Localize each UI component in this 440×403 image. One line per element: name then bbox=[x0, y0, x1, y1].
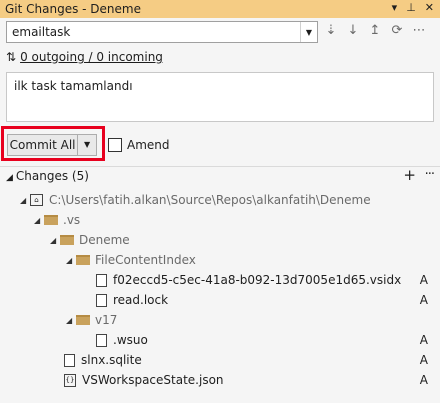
collapse-icon[interactable]: ◢ bbox=[66, 256, 76, 265]
close-icon[interactable]: ✕ bbox=[425, 1, 434, 14]
folder-icon bbox=[44, 215, 58, 225]
commit-row: Commit All ▼ Amend bbox=[0, 125, 440, 163]
branch-selector[interactable]: emailtask ▼ bbox=[6, 21, 318, 43]
branch-name: emailtask bbox=[12, 25, 71, 39]
changes-header[interactable]: ◢ Changes (5) + ··· bbox=[0, 166, 440, 185]
sync-link[interactable]: 0 outgoing / 0 incoming bbox=[20, 50, 163, 64]
collapse-icon[interactable]: ◢ bbox=[66, 316, 76, 325]
file-icon bbox=[96, 273, 107, 287]
tree-label: v17 bbox=[95, 313, 118, 327]
status-badge: A bbox=[419, 333, 428, 347]
commit-all-button[interactable]: Commit All ▼ bbox=[7, 134, 97, 156]
tree-label: .wsuo bbox=[113, 333, 148, 347]
more-icon[interactable]: ··· bbox=[425, 167, 435, 182]
more-actions-icon[interactable]: ⋯ bbox=[412, 23, 426, 38]
pull-icon[interactable]: ↓ bbox=[346, 23, 360, 38]
file-icon bbox=[64, 353, 75, 367]
amend-checkbox[interactable]: Amend bbox=[108, 138, 170, 152]
status-badge: A bbox=[419, 273, 428, 287]
file-icon bbox=[96, 333, 107, 347]
tree-row[interactable]: {} VSWorkspaceState.json A bbox=[64, 370, 440, 390]
tree-row[interactable]: ◢ Deneme bbox=[50, 230, 130, 250]
chevron-down-icon[interactable]: ▼ bbox=[77, 135, 96, 155]
commit-message-input[interactable]: ilk task tamamlandı bbox=[6, 72, 434, 122]
tree-row[interactable]: ◢ FileContentIndex bbox=[66, 250, 196, 270]
sync-arrows-icon: ⇅ bbox=[6, 50, 17, 64]
status-badge: A bbox=[419, 293, 428, 307]
tree-label: .vs bbox=[63, 213, 81, 227]
stage-all-icon[interactable]: + bbox=[403, 166, 416, 184]
json-file-icon: {} bbox=[64, 373, 76, 387]
pin-icon[interactable]: ⊥ bbox=[406, 1, 416, 14]
tree-label: Deneme bbox=[79, 233, 130, 247]
collapse-icon[interactable]: ◢ bbox=[34, 216, 44, 225]
commit-all-label: Commit All bbox=[9, 138, 76, 152]
folder-icon bbox=[76, 315, 90, 325]
tree-label: f02eccd5-c5ec-41a8-b092-13d7005e1d65.vsi… bbox=[113, 273, 402, 287]
push-icon[interactable]: ↥ bbox=[368, 23, 382, 38]
tree-label: slnx.sqlite bbox=[81, 353, 142, 367]
tree-row[interactable]: slnx.sqlite A bbox=[64, 350, 440, 370]
collapse-icon[interactable]: ◢ bbox=[50, 236, 60, 245]
status-badge: A bbox=[419, 353, 428, 367]
tree-row[interactable]: ◢ v17 bbox=[66, 310, 117, 330]
tree-row[interactable]: read.lock A bbox=[96, 290, 440, 310]
tree-label: C:\Users\fatih.alkan\Source\Repos\alkanf… bbox=[49, 193, 371, 207]
title-bar: Git Changes - Deneme ▾ ⊥ ✕ bbox=[0, 0, 440, 18]
fetch-icon[interactable]: ⇣ bbox=[324, 23, 338, 38]
amend-label: Amend bbox=[127, 138, 170, 152]
tree-row[interactable]: ◢ .vs bbox=[34, 210, 80, 230]
sync-status: ⇅ 0 outgoing / 0 incoming bbox=[6, 48, 163, 66]
folder-icon bbox=[60, 235, 74, 245]
folder-icon bbox=[76, 255, 90, 265]
git-actions: ⇣ ↓ ↥ ⟳ ⋯ bbox=[324, 23, 426, 38]
chevron-down-icon[interactable]: ▼ bbox=[300, 22, 317, 42]
checkbox-icon[interactable] bbox=[108, 138, 122, 152]
tree-row[interactable]: ◢ ⌂ C:\Users\fatih.alkan\Source\Repos\al… bbox=[20, 190, 371, 210]
chevron-down-icon[interactable]: ▾ bbox=[392, 1, 398, 14]
status-badge: A bbox=[419, 373, 428, 387]
sync-icon[interactable]: ⟳ bbox=[390, 23, 404, 38]
tree-row[interactable]: .wsuo A bbox=[96, 330, 440, 350]
collapse-icon[interactable]: ◢ bbox=[20, 196, 30, 205]
branch-row: emailtask ▼ ⇣ ↓ ↥ ⟳ ⋯ bbox=[6, 21, 434, 45]
tree-label: FileContentIndex bbox=[95, 253, 196, 267]
commit-message-text: ilk task tamamlandı bbox=[14, 79, 133, 93]
tree-label: read.lock bbox=[113, 293, 169, 307]
collapse-icon[interactable]: ◢ bbox=[6, 173, 13, 183]
tree-label: VSWorkspaceState.json bbox=[82, 373, 224, 387]
changes-title: ◢ Changes (5) bbox=[6, 169, 89, 183]
tree-row[interactable]: f02eccd5-c5ec-41a8-b092-13d7005e1d65.vsi… bbox=[96, 270, 440, 290]
repository-icon: ⌂ bbox=[30, 194, 43, 206]
file-icon bbox=[96, 293, 107, 307]
window-title: Git Changes - Deneme bbox=[5, 2, 141, 16]
